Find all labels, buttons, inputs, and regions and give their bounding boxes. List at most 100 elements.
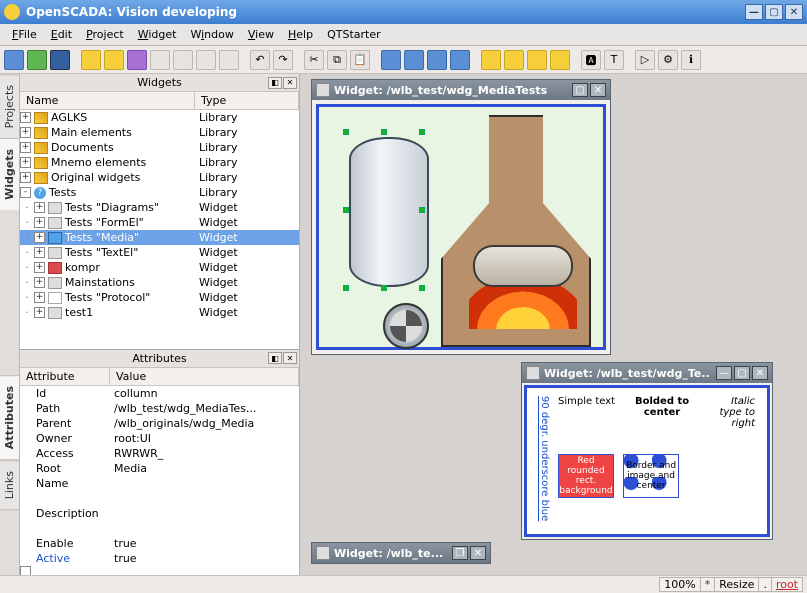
tb-run-icon[interactable]: ▷ [635,50,655,70]
tb-align-1-icon[interactable] [381,50,401,70]
attr-value[interactable]: RWRWR_ [110,447,299,460]
tree-row[interactable]: +AGLKSLibrary [20,110,299,125]
tb-redo-icon[interactable]: ↷ [273,50,293,70]
expand-toggle[interactable]: + [20,172,31,183]
tab-projects[interactable]: Projects [0,74,19,138]
attr-row[interactable]: Path/wlb_test/wdg_MediaTes... [20,401,299,416]
tree-row[interactable]: +DocumentsLibrary [20,140,299,155]
tree-row[interactable]: +Original widgetsLibrary [20,170,299,185]
tree-row[interactable]: ·+Tests "Media"Widget [20,230,299,245]
col-type[interactable]: Type [195,92,299,109]
menu-qtstarter[interactable]: QTStarter [321,26,387,43]
menu-view[interactable]: View [242,26,280,43]
subwin-close-button[interactable]: ✕ [752,366,768,380]
subwindow-minimized[interactable]: Widget: /wlb_te... ❐ ✕ [311,542,491,564]
expand-toggle[interactable]: + [20,142,31,153]
expand-toggle[interactable]: + [20,127,31,138]
attr-value[interactable]: /wlb_originals/wdg_Media [110,417,299,430]
col-attr[interactable]: Attribute [20,368,110,385]
subwin-titlebar[interactable]: Widget: /wlb_test/wdg_MediaTests ▢ ✕ [312,80,610,100]
subwin-maximize-button[interactable]: ▢ [572,83,588,97]
tb-copy-icon[interactable]: ⧉ [327,50,347,70]
tb-edit-icon[interactable] [219,50,239,70]
text-red-bg[interactable]: Red rounded rect. background [558,454,614,498]
tb-new-widget-icon[interactable] [104,50,124,70]
attr-row[interactable]: Description [20,506,299,521]
tb-load-icon[interactable] [50,50,70,70]
selection-handle[interactable] [343,207,349,213]
subwin-close-button[interactable]: ✕ [470,546,486,560]
tb-new-lib-icon[interactable] [81,50,101,70]
text-bold[interactable]: Bolded to center [623,396,701,452]
text-rotated[interactable]: 90 degr. underscore blue [539,396,550,521]
expand-toggle[interactable]: + [34,202,45,213]
menu-file[interactable]: FFileFile [6,26,43,43]
tb-level-bottom-icon[interactable] [550,50,570,70]
tb-cut-icon[interactable]: ✂ [304,50,324,70]
close-button[interactable]: ✕ [785,4,803,20]
attr-row[interactable]: Enabletrue [20,536,299,551]
tree-row[interactable]: -?TestsLibrary [20,185,299,200]
tank-shape-icon[interactable] [349,137,429,287]
tb-level-top-icon[interactable] [527,50,547,70]
attr-value[interactable]: true [110,537,299,550]
subwin-minimize-button[interactable]: — [716,366,732,380]
tb-undo-icon[interactable]: ↶ [250,50,270,70]
subwin-titlebar[interactable]: Widget: /wlb_test/wdg_Te.. — ▢ ✕ [522,363,772,383]
attr-row[interactable]: Parent/wlb_originals/wdg_Media [20,416,299,431]
tb-paste-icon[interactable]: 📋 [350,50,370,70]
expand-toggle[interactable]: + [34,307,45,318]
menu-edit[interactable]: Edit [45,26,78,43]
tb-opts-icon[interactable]: ⚙ [658,50,678,70]
attr-row[interactable] [20,491,299,506]
expand-toggle[interactable]: + [34,232,45,243]
minimize-button[interactable]: — [745,4,763,20]
subwindow-textel[interactable]: Widget: /wlb_test/wdg_Te.. — ▢ ✕ Simple … [521,362,773,540]
subwin-titlebar[interactable]: Widget: /wlb_te... ❐ ✕ [312,543,490,563]
subwin-restore-button[interactable]: ❐ [452,546,468,560]
col-value[interactable]: Value [110,368,299,385]
tree-row[interactable]: +Mnemo elementsLibrary [20,155,299,170]
attr-row[interactable]: RootMedia [20,461,299,476]
tb-font-toggle-icon[interactable]: 🅰 [581,50,601,70]
status-zoom[interactable]: 100% [659,577,700,592]
selection-handle[interactable] [419,285,425,291]
attr-row[interactable]: Name [20,476,299,491]
tb-level-up-icon[interactable] [481,50,501,70]
tb-del-icon[interactable] [173,50,193,70]
widgets-tree[interactable]: +AGLKSLibrary+Main elementsLibrary+Docum… [20,110,299,349]
tb-save-icon[interactable] [27,50,47,70]
text-italic[interactable]: Italic type to right [709,396,755,452]
attr-value[interactable]: true [110,552,299,565]
tab-attributes[interactable]: Attributes [0,375,19,460]
tab-links[interactable]: Links [0,460,19,510]
tb-about-icon[interactable]: ℹ [681,50,701,70]
attr-row[interactable]: Idcollumn [20,386,299,401]
expand-toggle[interactable]: + [34,262,45,273]
text-img-bg[interactable]: Border and image and center [623,454,679,498]
tree-row[interactable]: ·+test1Widget [20,305,299,320]
attr-row[interactable]: Ownerroot:UI [20,431,299,446]
tree-row[interactable]: ·+Tests "FormEl"Widget [20,215,299,230]
expand-toggle[interactable]: + [20,157,31,168]
subwin-maximize-button[interactable]: ▢ [734,366,750,380]
selection-handle[interactable] [343,129,349,135]
tb-prop-icon[interactable] [196,50,216,70]
tb-add-icon[interactable] [150,50,170,70]
attr-value[interactable]: root:UI [110,432,299,445]
expand-toggle[interactable]: + [34,247,45,258]
fan-shape-icon[interactable] [383,303,429,349]
selection-handle[interactable] [381,129,387,135]
attr-row[interactable] [20,521,299,536]
status-resize[interactable]: Resize [714,577,759,592]
tb-db-icon[interactable] [4,50,24,70]
menu-project[interactable]: Project [80,26,130,43]
tree-row[interactable]: ·+Tests "Diagrams"Widget [20,200,299,215]
expand-toggle[interactable]: + [34,217,45,228]
menu-help[interactable]: Help [282,26,319,43]
tree-row[interactable]: ·+Tests "Protocol"Widget [20,290,299,305]
tree-row[interactable]: ·+MainstationsWidget [20,275,299,290]
selection-handle[interactable] [381,285,387,291]
maximize-button[interactable]: ▢ [765,4,783,20]
dock-close-button[interactable]: ✕ [283,77,297,89]
